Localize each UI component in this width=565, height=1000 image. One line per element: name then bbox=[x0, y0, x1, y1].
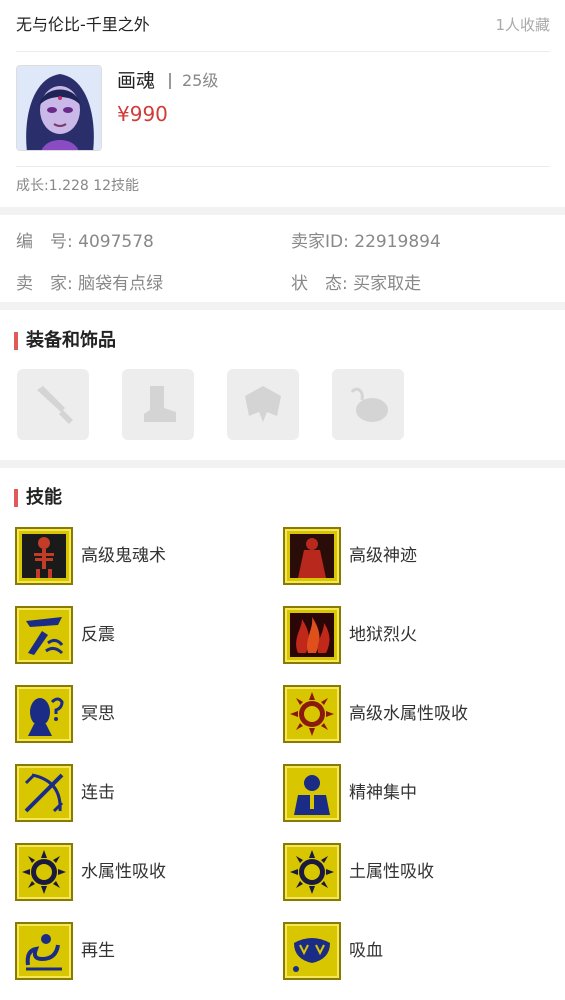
seller: 卖 家: 脑袋有点绿 bbox=[16, 272, 163, 296]
sword-icon bbox=[37, 386, 73, 424]
seller-label: 卖 家: bbox=[16, 274, 73, 294]
pet-name: 画魂 bbox=[117, 70, 156, 92]
skills-section-title: 技能 bbox=[14, 486, 62, 510]
hellfire-icon bbox=[290, 613, 334, 657]
skill-item[interactable]: 水属性吸收 bbox=[15, 843, 265, 901]
skill-item[interactable]: 土属性吸收 bbox=[283, 843, 553, 901]
section-divider bbox=[0, 207, 565, 215]
skill-name: 连击 bbox=[81, 783, 115, 803]
pet-portrait-icon bbox=[17, 66, 101, 150]
skill-item[interactable]: 再生 bbox=[15, 922, 265, 980]
favorites-count[interactable]: 1人收藏 bbox=[495, 14, 550, 36]
skill-item[interactable]: 吸血 bbox=[283, 922, 553, 980]
pet-summary: 画魂 25级 ¥990 bbox=[16, 52, 550, 167]
name-level-separator bbox=[169, 73, 171, 89]
skill-name: 高级鬼魂术 bbox=[81, 546, 166, 566]
accessory-icon bbox=[350, 387, 388, 422]
vampire-icon bbox=[293, 938, 330, 972]
skill-name: 土属性吸收 bbox=[349, 862, 434, 882]
status-label: 状 态: bbox=[291, 274, 348, 294]
regenerate-icon bbox=[25, 934, 62, 971]
listing-top-row: 无与伦比-千里之外 1人收藏 bbox=[16, 0, 550, 52]
boot-icon bbox=[144, 386, 176, 422]
listing-info: 编 号: 4097578 卖家ID: 22919894 卖 家: 脑袋有点绿 状… bbox=[0, 215, 565, 302]
seller-id-label: 卖家ID: bbox=[291, 232, 349, 252]
equip-slot-armor[interactable] bbox=[227, 369, 299, 440]
skill-item[interactable]: 精神集中 bbox=[283, 764, 553, 822]
pet-price: ¥990 bbox=[117, 102, 168, 126]
seller-id-value: 22919894 bbox=[354, 232, 441, 252]
equipment-section-title: 装备和饰品 bbox=[14, 329, 116, 353]
skill-name: 吸血 bbox=[349, 941, 383, 961]
equip-slot-boots[interactable] bbox=[122, 369, 194, 440]
listing-id-value: 4097578 bbox=[78, 232, 154, 252]
equip-slot-weapon[interactable] bbox=[17, 369, 89, 440]
skill-name: 再生 bbox=[81, 941, 115, 961]
status-value: 买家取走 bbox=[353, 274, 422, 294]
counter-shock-icon bbox=[26, 617, 64, 655]
skill-item[interactable]: 高级鬼魂术 bbox=[15, 527, 265, 585]
section-divider bbox=[0, 460, 565, 468]
pet-level: 25级 bbox=[182, 71, 219, 90]
skill-item[interactable]: 反震 bbox=[15, 606, 265, 664]
seller-id: 卖家ID: 22919894 bbox=[291, 230, 441, 254]
section-divider bbox=[0, 302, 565, 310]
divine-figure-icon bbox=[290, 534, 334, 578]
seller-value[interactable]: 脑袋有点绿 bbox=[78, 274, 163, 294]
focus-icon bbox=[294, 775, 330, 815]
earth-absorb-icon bbox=[290, 850, 334, 894]
listing-id-label: 编 号: bbox=[16, 232, 73, 252]
combo-attack-icon bbox=[24, 773, 64, 813]
listing-id: 编 号: 4097578 bbox=[16, 230, 154, 254]
skill-item[interactable]: 冥思 bbox=[15, 685, 265, 743]
skeleton-icon bbox=[22, 534, 66, 578]
water-absorb-icon bbox=[22, 850, 66, 894]
skill-name: 反震 bbox=[81, 625, 115, 645]
meditation-icon bbox=[28, 697, 64, 736]
skill-name: 高级水属性吸收 bbox=[349, 704, 468, 724]
skill-item[interactable]: 连击 bbox=[15, 764, 265, 822]
status: 状 态: 买家取走 bbox=[291, 272, 421, 296]
armor-icon bbox=[245, 386, 281, 422]
skill-name: 精神集中 bbox=[349, 783, 417, 803]
pet-avatar bbox=[16, 65, 102, 151]
listing-header: 无与伦比-千里之外 1人收藏 画魂 25级 ¥990 成长:1.228 12技能 bbox=[0, 0, 565, 207]
equip-slot-accessory[interactable] bbox=[332, 369, 404, 440]
water-absorb-icon bbox=[290, 692, 334, 736]
skill-item[interactable]: 高级神迹 bbox=[283, 527, 553, 585]
skill-name: 地狱烈火 bbox=[349, 625, 417, 645]
skill-name: 高级神迹 bbox=[349, 546, 417, 566]
skill-item[interactable]: 地狱烈火 bbox=[283, 606, 553, 664]
skill-name: 冥思 bbox=[81, 704, 115, 724]
pet-growth: 成长:1.228 12技能 bbox=[16, 178, 140, 194]
skill-name: 水属性吸收 bbox=[81, 862, 166, 882]
skill-item[interactable]: 高级水属性吸收 bbox=[283, 685, 553, 743]
server-name: 无与伦比-千里之外 bbox=[16, 15, 150, 34]
